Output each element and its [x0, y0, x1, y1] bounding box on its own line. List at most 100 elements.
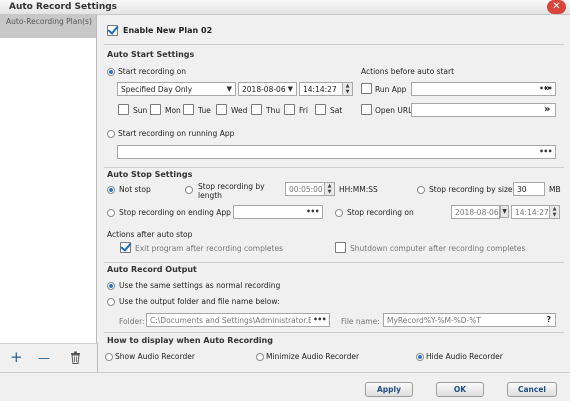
weekday-label: Fri — [299, 106, 308, 115]
sidebar-item-auto-recording-plans[interactable]: Auto-Recording Plan(s) — [0, 15, 96, 38]
cancel-button[interactable]: Cancel — [507, 382, 557, 397]
browse-icon[interactable]: ••• — [306, 207, 319, 216]
divider — [104, 167, 564, 168]
schedule-select[interactable]: Specified Day Only ▼ — [117, 82, 236, 96]
folder-value: C:\Documents and Settings\Administrator.… — [150, 316, 317, 325]
plan-list: Auto-Recording Plan(s) — [0, 15, 97, 343]
file-name-value: MyRecord%Y-%M-%D-%T — [387, 316, 481, 325]
use-same-settings-radio[interactable] — [107, 282, 115, 290]
hide-recorder-radio[interactable] — [416, 353, 424, 361]
divider — [104, 332, 564, 333]
weekday-label: Thu — [266, 106, 281, 115]
start-recording-on-radio[interactable] — [107, 68, 115, 76]
enable-plan-checkbox[interactable] — [107, 25, 118, 36]
minimize-recorder-radio[interactable] — [256, 353, 264, 361]
weekday-label: Mon — [165, 106, 181, 115]
browse-icon[interactable]: ••• — [539, 147, 552, 156]
length-input[interactable]: 00:05:00 ▲ ▼ — [285, 182, 335, 196]
open-url-input[interactable] — [411, 103, 556, 117]
weekday-checkbox-sun[interactable] — [118, 104, 129, 115]
ending-app-input[interactable]: ••• — [233, 205, 323, 219]
stop-date-value: 2018-08-06 — [455, 208, 499, 217]
stop-on-date-radio[interactable] — [335, 209, 343, 217]
stop-on-ending-app-label: Stop recording on ending App — [119, 208, 231, 217]
weekday-checkbox-sat[interactable] — [315, 104, 326, 115]
auto-start-title: Auto Start Settings — [107, 50, 195, 59]
divider — [104, 262, 564, 263]
enable-plan-label: Enable New Plan 02 — [123, 26, 213, 35]
shutdown-checkbox[interactable] — [335, 242, 346, 253]
close-button[interactable]: ✕ — [547, 0, 566, 14]
run-app-checkbox[interactable] — [361, 83, 372, 94]
show-recorder-label: Show Audio Recorder — [115, 352, 195, 361]
spin-down-icon: ▼ — [327, 189, 332, 195]
stop-time-field[interactable]: 14:14:27 ▲ ▼ — [511, 205, 560, 219]
chevron-down-icon: ▼ — [226, 85, 232, 93]
use-output-folder-radio[interactable] — [107, 298, 115, 306]
weekday-label: Sat — [330, 106, 343, 115]
browse-icon[interactable]: ••• — [311, 315, 326, 324]
exit-program-checkbox[interactable] — [120, 242, 131, 253]
hide-recorder-label: Hide Audio Recorder — [426, 352, 503, 361]
start-date-value: 2018-08-06 — [242, 85, 286, 94]
weekday-checkbox-wed[interactable] — [216, 104, 227, 115]
minimize-recorder-label: Minimize Audio Recorder — [266, 352, 360, 361]
size-input[interactable]: 30 — [513, 182, 545, 196]
size-unit-label: MB — [549, 185, 561, 194]
file-name-label: File name: — [341, 317, 380, 326]
start-recording-on-label: Start recording on — [118, 67, 186, 76]
length-value: 00:05:00 — [289, 185, 323, 194]
actions-before-start-label: Actions before auto start — [361, 67, 455, 76]
weekday-checkbox-tue[interactable] — [183, 104, 194, 115]
file-name-input[interactable]: MyRecord%Y-%M-%D-%T ? — [383, 313, 556, 327]
display-mode-title: How to display when Auto Recording — [107, 336, 273, 345]
help-icon[interactable]: ? — [547, 315, 551, 324]
folder-input[interactable]: C:\Documents and Settings\Administrator.… — [146, 313, 330, 327]
weekday-checkbox-fri[interactable] — [284, 104, 295, 115]
run-app-go-button[interactable]: » — [544, 83, 550, 94]
divider — [104, 44, 564, 45]
run-app-path-input[interactable]: ••• — [411, 82, 556, 96]
ok-button[interactable]: OK — [436, 382, 484, 397]
show-recorder-radio[interactable] — [105, 353, 113, 361]
stop-by-length-radio[interactable] — [185, 186, 193, 194]
title-bar: Auto Record Settings ✕ — [0, 0, 570, 15]
auto-record-output-title: Auto Record Output — [107, 265, 197, 274]
weekday-label: Tue — [198, 106, 211, 115]
schedule-value: Specified Day Only — [121, 85, 193, 94]
start-time-field[interactable]: 14:14:27 ▲ ▼ — [299, 82, 353, 96]
apply-button[interactable]: Apply — [365, 382, 413, 397]
add-plan-button[interactable]: + — [10, 350, 23, 365]
spin-down-icon: ▼ — [552, 212, 557, 218]
settings-panel: Enable New Plan 02 Auto Start Settings S… — [98, 15, 570, 375]
stop-date-field[interactable]: 2018-08-06 — [451, 205, 500, 219]
start-date-field[interactable]: 2018-08-06 ▼ — [238, 82, 297, 96]
stop-time-spinner[interactable]: ▲ ▼ — [549, 206, 559, 218]
stop-date-picker-button[interactable]: ▼ — [500, 205, 509, 218]
close-icon: ✕ — [552, 1, 561, 12]
open-url-checkbox[interactable] — [361, 104, 372, 115]
length-spinner[interactable]: ▲ ▼ — [324, 183, 334, 195]
spin-down-icon: ▼ — [345, 89, 350, 95]
not-stop-radio[interactable] — [107, 186, 115, 194]
use-output-folder-label: Use the output folder and file name belo… — [119, 297, 280, 306]
time-spinner[interactable]: ▲ ▼ — [342, 83, 352, 95]
folder-label: Folder: — [119, 317, 145, 326]
weekday-checkbox-thu[interactable] — [251, 104, 262, 115]
open-url-go-button[interactable]: » — [544, 104, 550, 115]
stop-on-ending-app-radio[interactable] — [107, 209, 115, 217]
running-app-input[interactable]: ••• — [117, 145, 556, 159]
delete-plan-button[interactable] — [70, 351, 81, 367]
weekday-checkbox-mon[interactable] — [150, 104, 161, 115]
open-url-label: Open URL — [375, 106, 413, 115]
chevron-down-icon: ▼ — [502, 208, 507, 215]
stop-by-size-radio[interactable] — [417, 186, 425, 194]
actions-after-stop-label: Actions after auto stop — [107, 230, 193, 239]
trash-icon — [71, 351, 80, 364]
stop-time-value: 14:14:27 — [515, 208, 549, 217]
use-same-settings-label: Use the same settings as normal recordin… — [119, 281, 281, 290]
plan-list-toolbar: + — — [0, 343, 98, 372]
remove-plan-button[interactable]: — — [38, 351, 50, 366]
stop-by-size-label: Stop recording by size — [429, 185, 513, 194]
start-on-running-app-radio[interactable] — [107, 130, 115, 138]
